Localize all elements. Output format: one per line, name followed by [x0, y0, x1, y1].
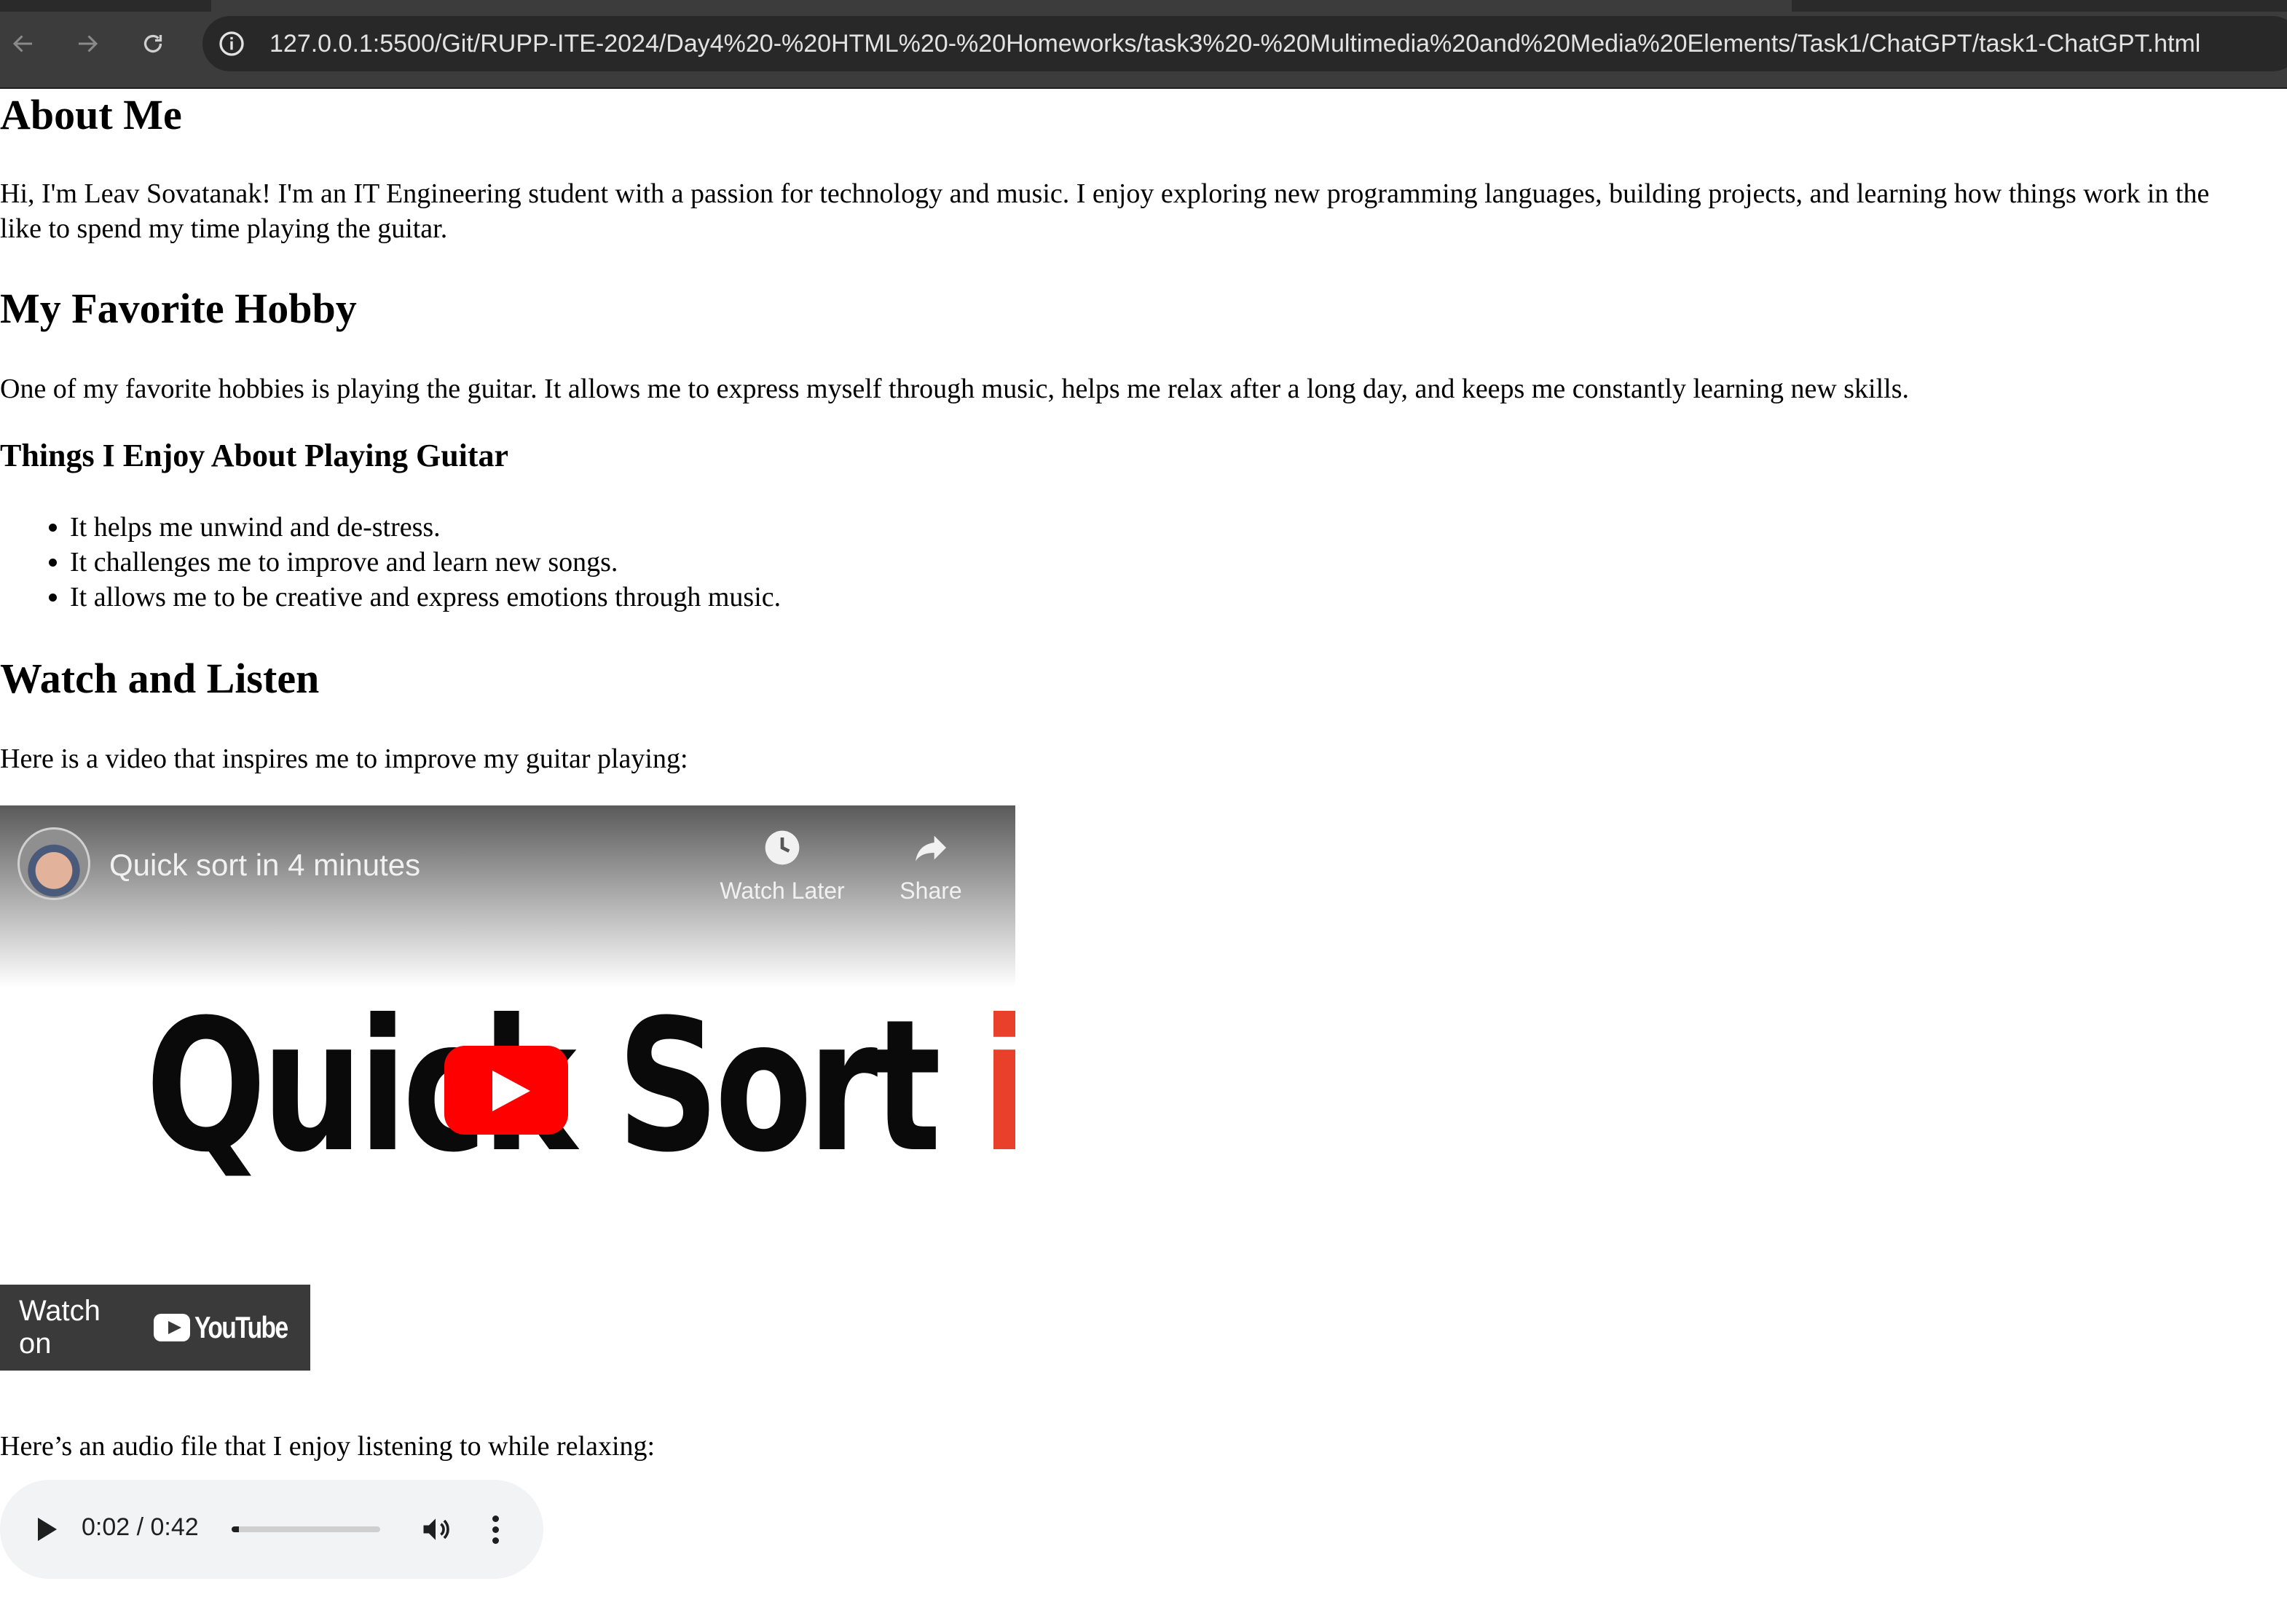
channel-avatar[interactable]: [17, 827, 90, 900]
list-item: It allows me to be creative and express …: [70, 580, 781, 615]
audio-seek-bar[interactable]: [232, 1526, 380, 1532]
url-text[interactable]: 127.0.0.1:5500/Git/RUPP-ITE-2024/Day4%20…: [269, 29, 2200, 58]
play-button-icon[interactable]: [444, 1046, 568, 1135]
tab-strip: [0, 0, 2287, 12]
hobby-subheading: Things I Enjoy About Playing Guitar: [0, 438, 509, 473]
active-tab[interactable]: [211, 0, 1792, 12]
audio-progress-fill: [232, 1526, 240, 1532]
audio-intro: Here’s an audio file that I enjoy listen…: [0, 1431, 656, 1462]
page-content: About Me Hi, I'm Leav Sovatanak! I'm an …: [0, 87, 2287, 1624]
hobby-text: One of my favorite hobbies is playing th…: [0, 374, 1910, 404]
video-thumbnail: Quick Sort in 4: [146, 980, 1015, 1192]
hobby-list: It helps me unwind and de-stress. It cha…: [0, 510, 781, 615]
audio-player[interactable]: 0:02 / 0:42: [0, 1480, 543, 1579]
youtube-logo-icon: [153, 1314, 190, 1341]
about-heading: About Me: [0, 91, 182, 138]
reload-icon[interactable]: [137, 28, 169, 60]
video-title[interactable]: Quick sort in 4 minutes: [109, 848, 420, 883]
youtube-embed[interactable]: Quick Sort in 4 Quick sort in 4 minutes …: [0, 805, 1015, 1378]
video-intro: Here is a video that inspires me to impr…: [0, 744, 688, 774]
watch-on-label: Watch on: [19, 1295, 101, 1360]
list-item: It helps me unwind and de-stress.: [70, 510, 781, 545]
share-button[interactable]: Share: [858, 827, 1004, 904]
site-info-icon[interactable]: [217, 29, 246, 58]
media-heading: Watch and Listen: [0, 655, 320, 702]
thumbnail-text-red: in 4: [982, 980, 1015, 1192]
audio-time: 0:02 / 0:42: [82, 1513, 199, 1541]
forward-arrow-icon[interactable]: [71, 28, 103, 60]
list-item: It challenges me to improve and learn ne…: [70, 545, 781, 580]
more-options-icon[interactable]: [487, 1513, 504, 1545]
watch-on-youtube-button[interactable]: Watch on YouTube: [0, 1285, 310, 1371]
share-arrow-icon: [916, 835, 946, 862]
browser-toolbar: 127.0.0.1:5500/Git/RUPP-ITE-2024/Day4%20…: [0, 0, 2287, 89]
volume-icon[interactable]: [420, 1513, 452, 1545]
clock-icon: [765, 830, 800, 865]
address-bar[interactable]: 127.0.0.1:5500/Git/RUPP-ITE-2024/Day4%20…: [202, 16, 2287, 71]
audio-play-icon[interactable]: [34, 1515, 63, 1544]
share-label: Share: [900, 878, 962, 904]
hobby-heading: My Favorite Hobby: [0, 285, 357, 332]
youtube-label: YouTube: [194, 1310, 288, 1344]
about-text-line2: like to spend my time playing the guitar…: [0, 213, 448, 244]
about-text-line1: Hi, I'm Leav Sovatanak! I'm an IT Engine…: [0, 178, 2210, 209]
watch-later-button[interactable]: Watch Later: [709, 827, 855, 904]
back-arrow-icon[interactable]: [7, 28, 39, 60]
watch-later-label: Watch Later: [720, 878, 845, 904]
